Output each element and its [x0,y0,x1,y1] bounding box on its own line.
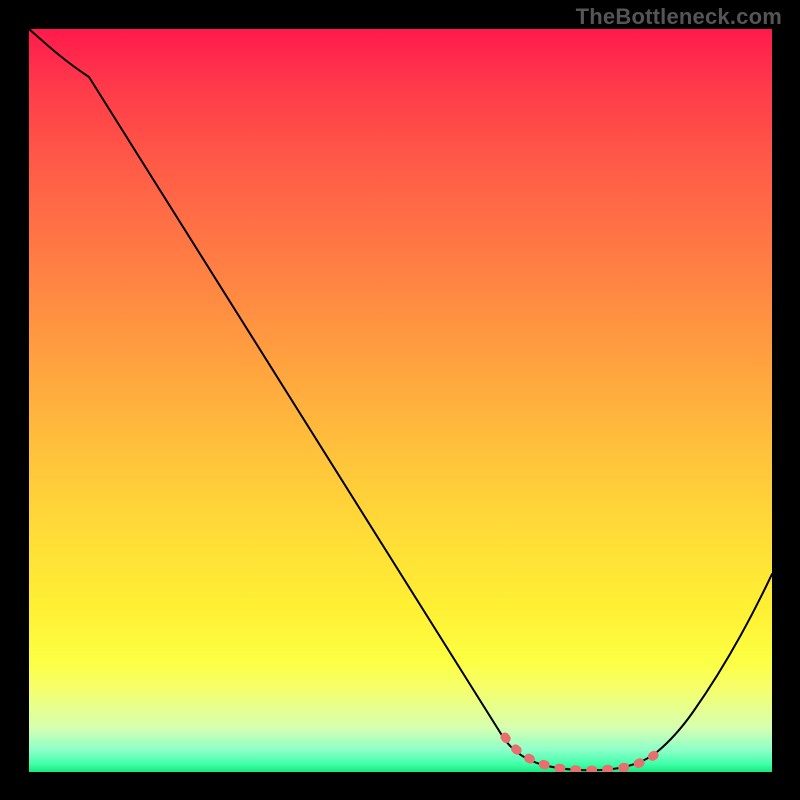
optimal-zone-dotted [505,737,661,770]
chart-frame: TheBottleneck.com [0,0,800,800]
watermark-text: TheBottleneck.com [576,4,782,30]
curve-layer [29,29,772,772]
plot-area [29,29,772,772]
bottleneck-curve [29,29,772,770]
